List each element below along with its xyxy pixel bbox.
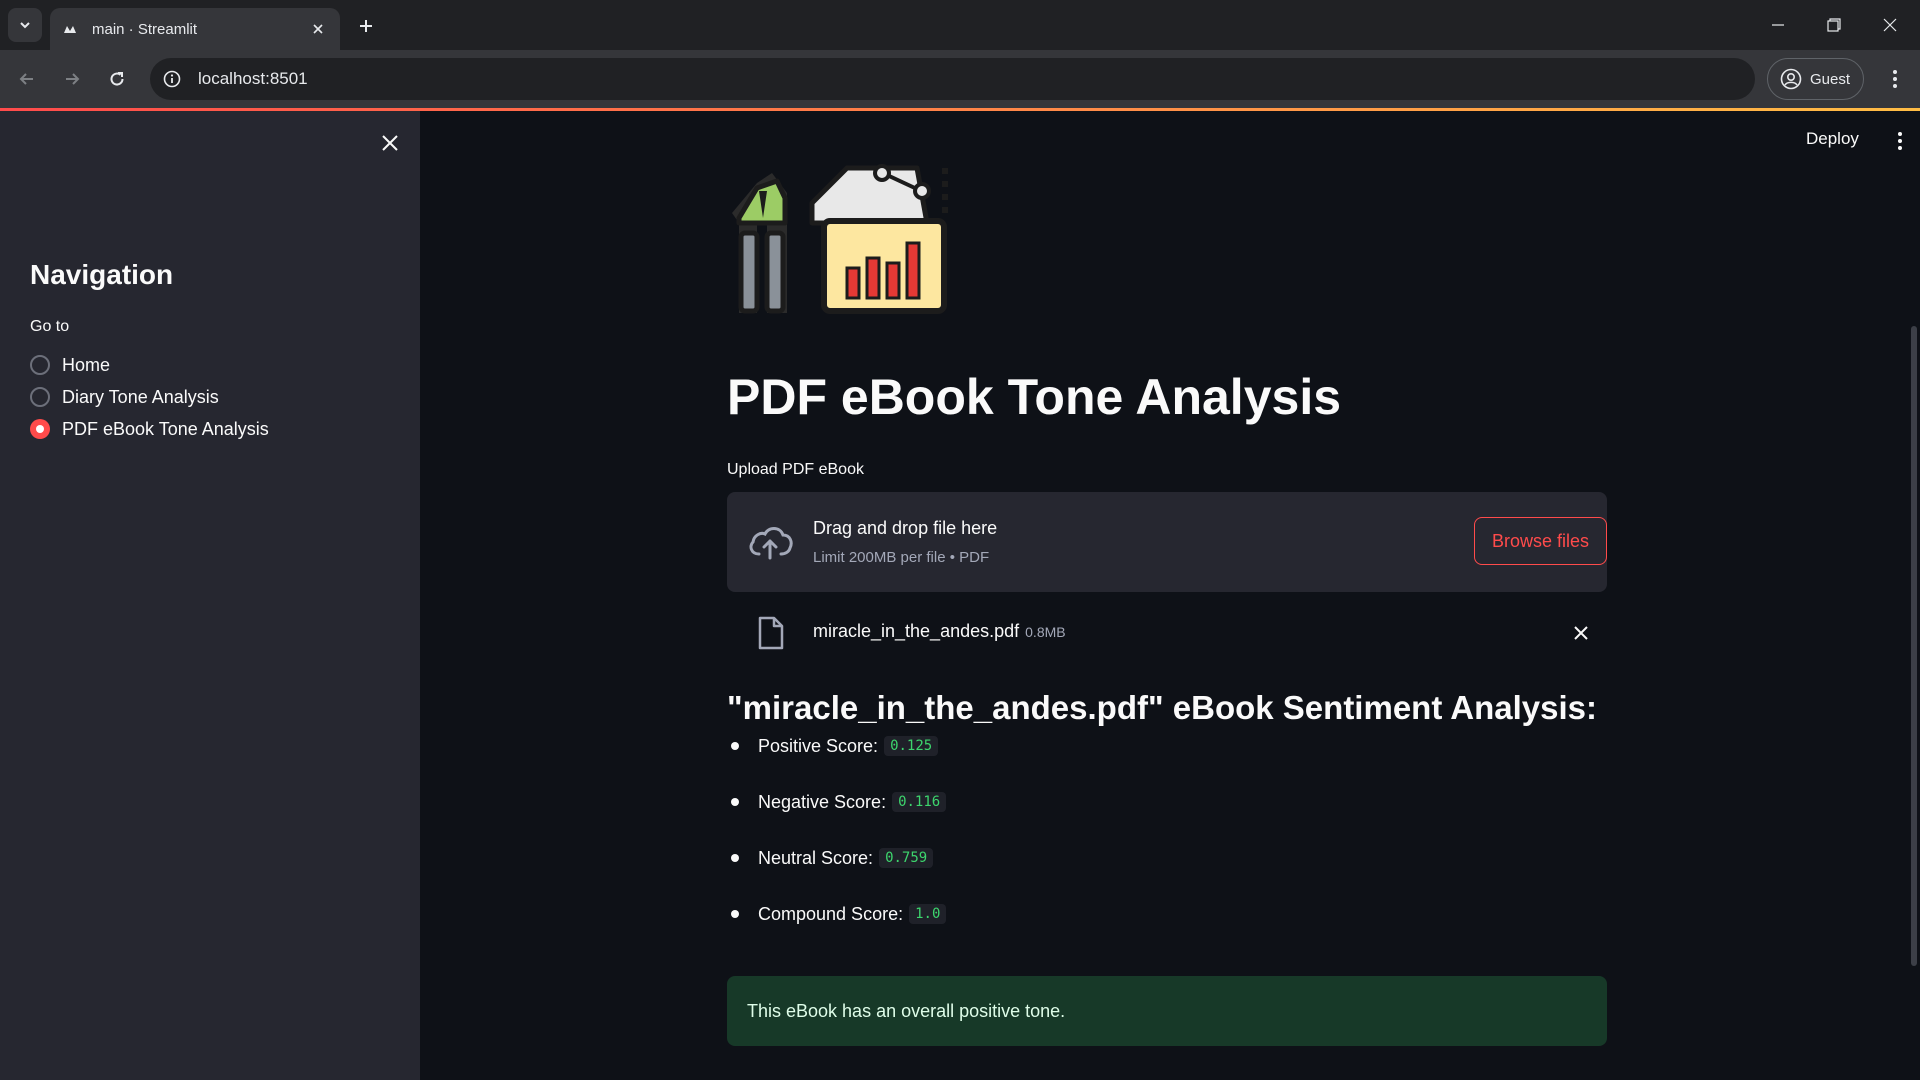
list-item: Negative Score: 0.116 (727, 787, 947, 817)
arrow-left-icon (19, 73, 33, 85)
url-text: localhost:8501 (198, 69, 308, 88)
list-item: Neutral Score: 0.759 (727, 843, 934, 873)
arrow-right-icon (66, 73, 80, 85)
score-value: 1.0 (909, 904, 947, 924)
dropzone-limit: Limit 200MB per file • PDF (813, 549, 990, 566)
uploader-label: Upload PDF eBook (727, 461, 864, 478)
analysis-heading: "miracle_in_the_andes.pdf" eBook Sentime… (727, 689, 1597, 726)
deploy-button[interactable]: Deploy (1806, 129, 1859, 149)
bullet (731, 798, 739, 806)
close-icon (1883, 18, 1897, 32)
address-bar[interactable]: localhost:8501 (150, 58, 1755, 100)
profile-button[interactable]: Guest (1767, 58, 1864, 100)
radio-option-home[interactable]: Home (30, 351, 110, 379)
minimize-button[interactable] (1750, 0, 1806, 50)
main-menu-button[interactable] (1888, 126, 1912, 156)
radio-button-selected[interactable] (30, 419, 50, 439)
radio-option-pdf-ebook-tone-analysis[interactable]: PDF eBook Tone Analysis (30, 415, 269, 443)
browser-toolbar: localhost:8501 Guest (0, 50, 1920, 108)
tab-title: main · Streamlit (92, 20, 198, 38)
forward-button[interactable] (55, 62, 89, 96)
bullet (731, 854, 739, 862)
file-name-row: miracle_in_the_andes.pdf 0.8MB (813, 621, 1066, 642)
analytics-illustration (732, 164, 948, 314)
radio-option-label: Home (62, 354, 111, 375)
browser-tab[interactable]: main · Streamlit (50, 8, 340, 50)
plus-icon (360, 20, 372, 32)
tab-search-button[interactable] (8, 8, 42, 42)
reload-icon (110, 72, 124, 86)
list-item: Positive Score: 0.125 (727, 731, 939, 761)
more-vertical-icon (1898, 132, 1902, 150)
restore-button[interactable] (1806, 0, 1862, 50)
radio-group-label: Go to (30, 318, 70, 335)
cloud-upload-icon (749, 527, 793, 560)
score-label: Compound Score: (758, 903, 904, 924)
main-content: Deploy PDF eBook Tone Analysis Upload PD… (420, 111, 1920, 1080)
site-info-icon[interactable] (162, 69, 182, 89)
close-window-button[interactable] (1862, 0, 1918, 50)
radio-option-label: PDF eBook Tone Analysis (62, 418, 269, 439)
list-item: Compound Score: 1.0 (727, 899, 947, 929)
remove-file-button[interactable] (1567, 619, 1595, 647)
score-value: 0.125 (884, 736, 939, 756)
streamlit-favicon-icon (64, 26, 76, 33)
file-icon (758, 616, 784, 650)
radio-dot (36, 425, 44, 433)
sidebar-close-button[interactable] (375, 128, 405, 158)
file-size: 0.8MB (1025, 624, 1066, 640)
browser-tab-bar: main · Streamlit (0, 0, 1920, 50)
success-alert: This eBook has an overall positive tone. (727, 976, 1607, 1046)
dropzone-instructions: Drag and drop file here (813, 518, 998, 538)
browser-menu-button[interactable] (1880, 64, 1910, 94)
score-label: Neutral Score: (758, 847, 874, 868)
file-dropzone[interactable]: Drag and drop file here Limit 200MB per … (727, 492, 1607, 592)
back-button[interactable] (10, 62, 44, 96)
sidebar-title: Navigation (30, 259, 174, 290)
sidebar: Navigation Go to Home Diary Tone Analysi… (0, 111, 420, 1080)
chevron-down-icon (20, 22, 30, 29)
page-title: PDF eBook Tone Analysis (727, 369, 1342, 425)
more-vertical-icon (1893, 70, 1897, 88)
tab-close-icon[interactable] (308, 19, 328, 39)
bullet (731, 910, 739, 918)
scrollbar[interactable] (1911, 326, 1917, 966)
restore-icon (1827, 18, 1841, 32)
close-icon (382, 135, 398, 151)
radio-button[interactable] (30, 387, 50, 407)
file-name: miracle_in_the_andes.pdf (813, 621, 1020, 641)
close-icon (1574, 626, 1588, 640)
bullet (731, 742, 739, 750)
profile-label: Guest (1810, 70, 1851, 88)
score-label: Negative Score: (758, 791, 887, 812)
uploaded-file: miracle_in_the_andes.pdf 0.8MB (727, 603, 1607, 663)
reload-button[interactable] (100, 62, 134, 96)
radio-option-label: Diary Tone Analysis (62, 386, 219, 407)
radio-option-diary-tone-analysis[interactable]: Diary Tone Analysis (30, 383, 219, 411)
score-value: 0.759 (879, 848, 934, 868)
score-label: Positive Score: (758, 735, 879, 756)
minimize-icon (1772, 24, 1784, 26)
browse-files-button[interactable]: Browse files (1474, 517, 1607, 565)
new-tab-button[interactable] (352, 12, 380, 40)
score-value: 0.116 (892, 792, 947, 812)
profile-icon (1780, 68, 1802, 90)
radio-button[interactable] (30, 355, 50, 375)
